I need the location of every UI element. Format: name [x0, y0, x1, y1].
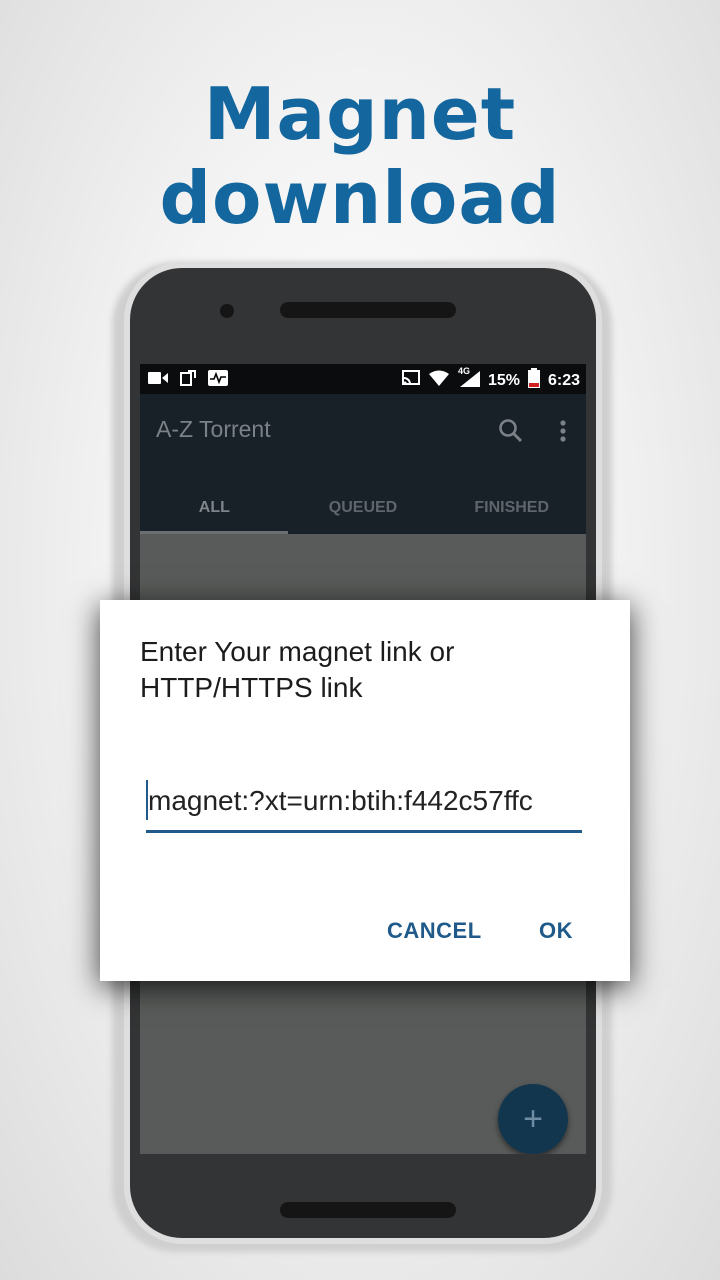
app-title: A-Z Torrent — [156, 416, 271, 442]
tab-queued[interactable]: QUEUED — [289, 482, 438, 534]
dialog-title-line1: Enter Your magnet link or — [140, 636, 455, 667]
app-bar: A-Z Torrent ALL QUEUED FINISHED — [140, 394, 586, 534]
app-update-icon — [178, 370, 198, 386]
wifi-icon — [428, 370, 450, 391]
clock: 6:23 — [547, 371, 580, 389]
dialog-title-line2: HTTP/HTTPS link — [140, 672, 363, 703]
promo-headline: Magnet download — [159, 72, 561, 240]
magnet-link-value[interactable]: magnet:?xt=urn:btih:f442c57ffc — [148, 785, 582, 817]
video-camera-icon — [148, 370, 168, 386]
activity-monitor-icon — [208, 370, 228, 386]
tab-finished[interactable]: FINISHED — [437, 482, 586, 534]
cell-signal-icon: 4G — [457, 366, 480, 392]
dialog-title: Enter Your magnet link or HTTP/HTTPS lin… — [140, 634, 600, 706]
magnet-link-input[interactable]: magnet:?xt=urn:btih:f442c57ffc — [146, 780, 582, 833]
bottom-speaker — [280, 1202, 456, 1218]
cast-icon — [401, 370, 420, 391]
magnet-link-dialog: Enter Your magnet link or HTTP/HTTPS lin… — [100, 600, 630, 981]
add-torrent-button[interactable]: + — [498, 1084, 568, 1154]
ok-button[interactable]: OK — [539, 918, 573, 944]
status-bar: 4G 15% 6:23 — [140, 364, 586, 394]
battery-icon — [527, 368, 540, 393]
network-type-label: 4G — [457, 366, 470, 376]
cancel-button[interactable]: CANCEL — [387, 918, 482, 944]
earpiece-speaker — [280, 302, 456, 318]
overflow-menu-icon[interactable] — [556, 418, 570, 446]
tab-all[interactable]: ALL — [140, 482, 289, 534]
front-camera — [220, 304, 234, 318]
search-icon[interactable] — [498, 418, 524, 444]
status-system-icons: 4G 15% 6:23 — [401, 366, 580, 393]
tab-bar: ALL QUEUED FINISHED — [140, 482, 586, 534]
status-notification-icons — [148, 370, 228, 386]
battery-percent: 15% — [487, 371, 520, 389]
